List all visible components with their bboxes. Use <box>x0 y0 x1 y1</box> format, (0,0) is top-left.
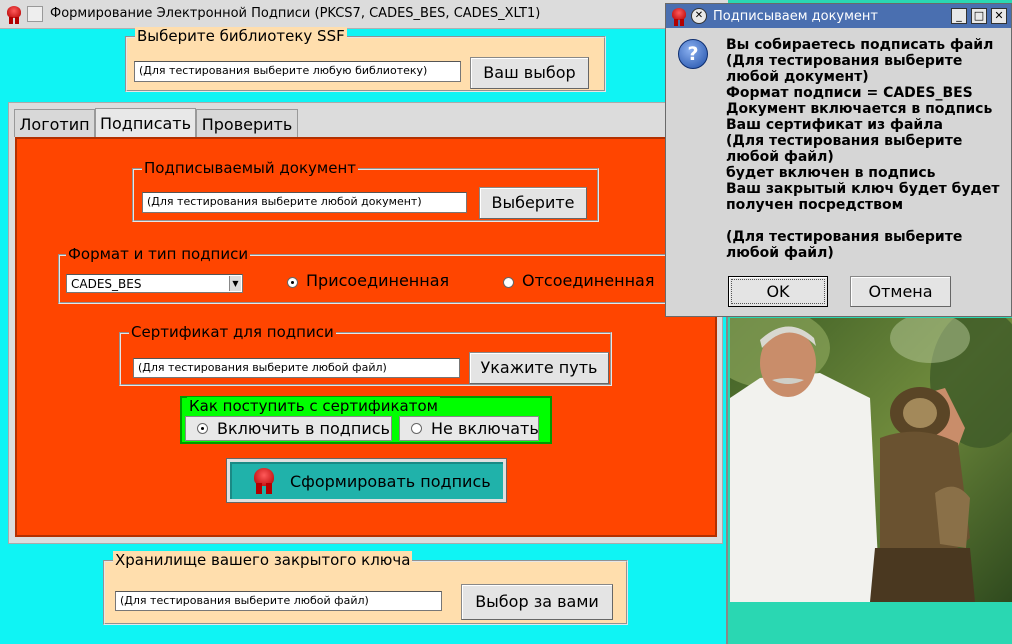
format-legend: Формат и тип подписи <box>66 245 251 263</box>
cert-action-legend: Как поступить с сертификатом <box>187 397 440 415</box>
format-group: Формат и тип подписи CADES_BES ▼ Присоед… <box>58 245 668 304</box>
tab-verify[interactable]: Проверить <box>196 109 298 137</box>
exclude-cert-option[interactable]: Не включать <box>399 416 539 441</box>
dialog-title: Подписываем документ <box>713 9 879 24</box>
confirm-dialog: ✕ Подписываем документ _ □ ✕ ? Вы собира… <box>665 3 1012 317</box>
include-cert-option[interactable]: Включить в подпись <box>185 416 392 441</box>
detached-radio-label: Отсоединенная <box>522 271 655 290</box>
man-with-monkey-statue-photo <box>730 318 1012 602</box>
seal-icon <box>252 468 276 494</box>
format-select[interactable]: CADES_BES ▼ <box>66 274 243 293</box>
dialog-titlebar: ✕ Подписываем документ _ □ ✕ <box>666 4 1011 28</box>
cancel-button[interactable]: Отмена <box>850 276 951 307</box>
certificate-group: Сертификат для подписи (Для тестирования… <box>119 323 612 386</box>
main-titlebar: Формирование Электронной Подписи (PKCS7,… <box>0 0 728 29</box>
dialog-message: Вы собираетесь подписать файл (Для тести… <box>726 37 1000 261</box>
detached-radio[interactable] <box>503 277 514 288</box>
app-seal-icon <box>671 8 687 26</box>
app-seal-icon <box>6 6 22 24</box>
library-path-input[interactable]: (Для тестирования выберите любую библиот… <box>134 61 461 82</box>
sign-button-label: Сформировать подпись <box>290 472 491 491</box>
chevron-down-icon[interactable]: ▼ <box>229 276 241 291</box>
attached-radio[interactable] <box>287 277 298 288</box>
ok-button[interactable]: OK <box>728 276 828 307</box>
question-icon: ? <box>678 39 708 69</box>
keystore-path-input[interactable]: (Для тестирования выберите любой файл) <box>115 591 442 611</box>
cert-action-group: Как поступить с сертификатом Включить в … <box>180 396 552 444</box>
close-circle-icon[interactable]: ✕ <box>691 8 707 24</box>
sign-tab-panel: Подписываемый документ (Для тестирования… <box>15 137 717 537</box>
logo-photo <box>730 318 1012 602</box>
library-choose-button[interactable]: Ваш выбор <box>470 57 589 89</box>
attached-radio-label: Присоединенная <box>306 271 450 290</box>
exclude-cert-radio[interactable] <box>411 423 422 434</box>
include-cert-label: Включить в подпись <box>217 419 390 438</box>
main-window: Формирование Электронной Подписи (PKCS7,… <box>0 0 728 644</box>
certificate-path-input[interactable]: (Для тестирования выберите любой файл) <box>133 358 460 378</box>
sign-button[interactable]: Сформировать подпись <box>226 458 507 503</box>
certificate-choose-button[interactable]: Укажите путь <box>469 352 609 384</box>
document-legend: Подписываемый документ <box>142 159 358 177</box>
exclude-cert-label: Не включать <box>431 419 539 438</box>
library-group: Выберите библиотеку SSF (Для тестировани… <box>125 27 606 92</box>
window-menu-icon[interactable] <box>27 6 43 22</box>
document-choose-button[interactable]: Выберите <box>479 187 587 219</box>
document-group: Подписываемый документ (Для тестирования… <box>132 159 599 222</box>
keystore-legend: Хранилище вашего закрытого ключа <box>113 551 413 569</box>
document-path-input[interactable]: (Для тестирования выберите любой докумен… <box>142 192 467 213</box>
main-window-title: Формирование Электронной Подписи (PKCS7,… <box>50 6 541 21</box>
keystore-choose-button[interactable]: Выбор за вами <box>461 584 613 620</box>
format-selected-value: CADES_BES <box>71 277 142 291</box>
tab-sign[interactable]: Подписать <box>95 108 196 138</box>
close-icon[interactable]: ✕ <box>991 8 1007 24</box>
tab-logo[interactable]: Логотип <box>14 109 95 137</box>
minimize-icon[interactable]: _ <box>951 8 967 24</box>
maximize-icon[interactable]: □ <box>971 8 987 24</box>
keystore-group: Хранилище вашего закрытого ключа (Для те… <box>103 551 628 625</box>
certificate-legend: Сертификат для подписи <box>129 323 336 341</box>
library-legend: Выберите библиотеку SSF <box>135 27 347 45</box>
include-cert-radio[interactable] <box>197 423 208 434</box>
